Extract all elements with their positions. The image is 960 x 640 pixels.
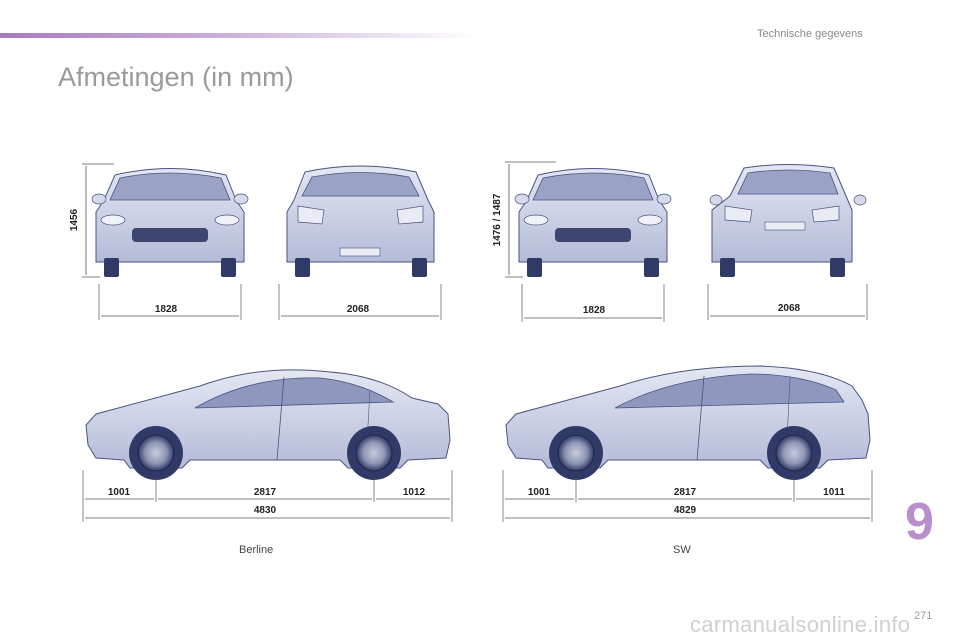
sw-front-overhang-label: 1001 <box>528 487 551 498</box>
sw-rear-view <box>709 164 867 277</box>
berline-front-view <box>91 168 249 277</box>
sw-rear-width-dimension: 2068 <box>707 284 868 320</box>
berline-wheelbase-label: 2817 <box>254 487 277 498</box>
watermark-text: carmanualsonline.info <box>690 612 911 637</box>
sw-length-dimensions: 1001 2817 1011 4829 <box>502 470 873 522</box>
berline-front-width-label: 1828 <box>155 304 178 315</box>
sw-front-width-dimension: 1828 <box>521 284 665 322</box>
berline-rear-width-dimension: 2068 <box>278 284 442 320</box>
berline-rear-view <box>286 165 435 277</box>
sw-length-label: 4829 <box>674 505 697 516</box>
sw-side-view <box>505 365 871 480</box>
sw-height-label: 1476 / 1487 <box>492 193 503 246</box>
berline-height-label: 1456 <box>69 208 80 231</box>
dimension-drawings: 1456 1828 2068 1476 / 1487 1828 2068 100… <box>69 161 873 522</box>
sw-rear-overhang-label: 1011 <box>823 487 845 498</box>
berline-front-overhang-label: 1001 <box>108 487 131 498</box>
sw-rear-width-label: 2068 <box>778 303 801 314</box>
chapter-number: 9 <box>905 493 934 551</box>
berline-side-view <box>85 369 451 480</box>
berline-length-label: 4830 <box>254 505 277 516</box>
berline-caption: Berline <box>239 544 274 556</box>
sw-front-view <box>514 168 672 277</box>
berline-rear-overhang-label: 1012 <box>403 487 426 498</box>
page-number: 271 <box>914 610 933 622</box>
sw-wheelbase-label: 2817 <box>674 487 697 498</box>
berline-rear-width-label: 2068 <box>347 304 370 315</box>
sw-front-width-label: 1828 <box>583 305 606 316</box>
berline-length-dimensions: 1001 2817 1012 4830 <box>82 470 453 522</box>
sw-caption: SW <box>673 544 691 556</box>
berline-front-width-dimension: 1828 <box>98 284 242 320</box>
